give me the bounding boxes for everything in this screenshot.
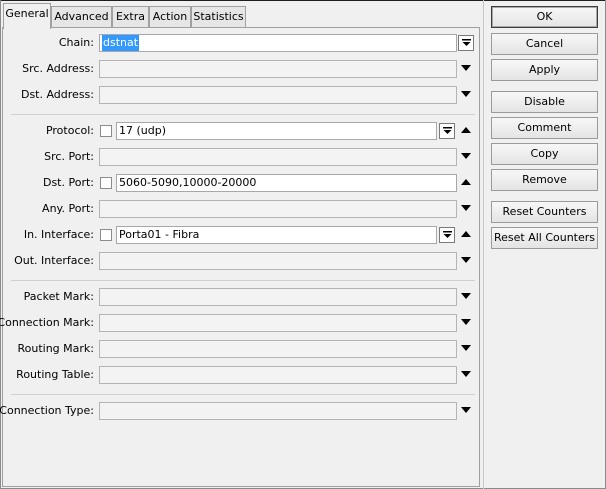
- triangle-down-icon[interactable]: [461, 319, 471, 325]
- routing-mark-field[interactable]: [99, 340, 457, 358]
- dst-port-field[interactable]: 5060-5090,10000-20000: [116, 174, 457, 192]
- connection-type-row: Connection Type:: [0, 401, 483, 421]
- routing-mark-row: Routing Mark:: [3, 339, 483, 359]
- window-top-border: [0, 0, 606, 1]
- double-arrow-down-icon: [462, 39, 471, 46]
- dst-port-label: Dst. Port:: [42, 176, 94, 189]
- triangle-down-icon[interactable]: [461, 65, 471, 71]
- routing-table-label: Routing Table:: [16, 368, 94, 381]
- dst-address-label: Dst. Address:: [20, 88, 94, 101]
- general-panel: Chain: dstnat Src. Address: Dst. Address…: [0, 27, 483, 487]
- src-port-row: Src. Port:: [3, 147, 483, 167]
- any-port-row: Any. Port:: [3, 199, 483, 219]
- dst-port-negate-checkbox[interactable]: [100, 177, 112, 189]
- triangle-down-icon[interactable]: [461, 293, 471, 299]
- connection-mark-field[interactable]: [99, 314, 457, 332]
- tab-general[interactable]: General: [3, 3, 51, 29]
- chain-row: Chain: dstnat: [3, 33, 483, 53]
- double-arrow-down-icon: [443, 127, 452, 134]
- protocol-field[interactable]: 17 (udp): [116, 122, 437, 140]
- dst-address-row: Dst. Address:: [3, 85, 483, 105]
- comment-button[interactable]: Comment: [491, 117, 598, 139]
- dst-port-value: 5060-5090,10000-20000: [119, 176, 257, 189]
- src-port-label: Src. Port:: [44, 150, 94, 163]
- dst-port-row: Dst. Port: 5060-5090,10000-20000: [3, 173, 483, 193]
- in-interface-field[interactable]: Porta01 - Fibra: [116, 226, 437, 244]
- routing-table-row: Routing Table:: [3, 365, 483, 385]
- reset-all-counters-button[interactable]: Reset All Counters: [491, 227, 598, 249]
- triangle-down-icon[interactable]: [461, 205, 471, 211]
- in-interface-dropdown-button[interactable]: [439, 227, 455, 243]
- src-address-row: Src. Address:: [3, 59, 483, 79]
- button-panel-divider: [483, 0, 484, 489]
- protocol-dropdown-button[interactable]: [439, 123, 455, 139]
- any-port-field[interactable]: [99, 200, 457, 218]
- packet-mark-label: Packet Mark:: [23, 290, 94, 303]
- apply-button[interactable]: Apply: [491, 59, 598, 81]
- routing-table-field[interactable]: [99, 366, 457, 384]
- tab-statistics[interactable]: Statistics: [191, 6, 246, 28]
- dst-address-field[interactable]: [99, 86, 457, 104]
- section-divider: [11, 280, 475, 281]
- in-interface-row: In. Interface: Porta01 - Fibra: [3, 225, 483, 245]
- reset-counters-button[interactable]: Reset Counters: [491, 201, 598, 223]
- section-divider: [11, 114, 475, 115]
- protocol-negate-checkbox[interactable]: [100, 125, 112, 137]
- packet-mark-field[interactable]: [99, 288, 457, 306]
- out-interface-label: Out. Interface:: [14, 254, 94, 267]
- triangle-up-icon[interactable]: [461, 231, 471, 237]
- triangle-down-icon[interactable]: [461, 371, 471, 377]
- in-interface-negate-checkbox[interactable]: [100, 229, 112, 241]
- connection-type-label: Connection Type:: [0, 404, 94, 417]
- packet-mark-row: Packet Mark:: [3, 287, 483, 307]
- chain-field[interactable]: dstnat: [99, 34, 457, 52]
- connection-mark-row: Connection Mark:: [0, 313, 483, 333]
- src-address-label: Src. Address:: [22, 62, 94, 75]
- chain-value: dstnat: [102, 35, 140, 51]
- disable-button[interactable]: Disable: [491, 91, 598, 113]
- triangle-up-icon[interactable]: [461, 127, 471, 133]
- copy-button[interactable]: Copy: [491, 143, 598, 165]
- tab-extra[interactable]: Extra: [112, 6, 149, 28]
- chain-dropdown-button[interactable]: [458, 35, 474, 51]
- out-interface-row: Out. Interface:: [3, 251, 483, 271]
- remove-button[interactable]: Remove: [491, 169, 598, 191]
- in-interface-value: Porta01 - Fibra: [119, 228, 200, 241]
- src-port-field[interactable]: [99, 148, 457, 166]
- triangle-down-icon[interactable]: [461, 345, 471, 351]
- protocol-value: 17 (udp): [119, 124, 167, 137]
- in-interface-label: In. Interface:: [23, 228, 94, 241]
- connection-type-field[interactable]: [99, 402, 457, 420]
- ok-button[interactable]: OK: [491, 6, 598, 28]
- cancel-button[interactable]: Cancel: [491, 33, 598, 55]
- any-port-label: Any. Port:: [42, 202, 94, 215]
- src-address-field[interactable]: [99, 60, 457, 78]
- section-divider: [11, 394, 475, 395]
- triangle-down-icon[interactable]: [461, 257, 471, 263]
- double-arrow-down-icon: [443, 231, 452, 238]
- chain-label: Chain:: [58, 36, 94, 49]
- triangle-down-icon[interactable]: [461, 153, 471, 159]
- triangle-down-icon[interactable]: [461, 407, 471, 413]
- triangle-down-icon[interactable]: [461, 91, 471, 97]
- tab-action[interactable]: Action: [149, 6, 191, 28]
- connection-mark-label: Connection Mark:: [0, 316, 94, 329]
- tab-advanced[interactable]: Advanced: [51, 6, 112, 28]
- routing-mark-label: Routing Mark:: [17, 342, 94, 355]
- triangle-up-icon[interactable]: [461, 179, 471, 185]
- protocol-row: Protocol: 17 (udp): [3, 121, 483, 141]
- protocol-label: Protocol:: [45, 124, 94, 137]
- out-interface-field[interactable]: [99, 252, 457, 270]
